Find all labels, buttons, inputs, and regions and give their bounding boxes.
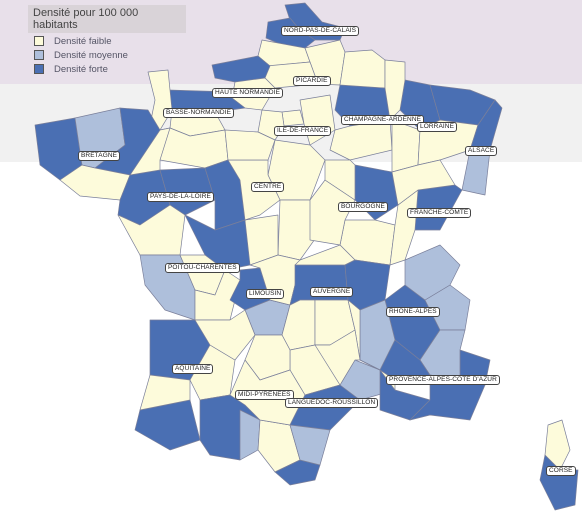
region-label-alsace[interactable]: ALSACE [465,146,498,156]
department-10[interactable] [329,119,393,161]
legend-item-high: Densité forte [34,63,186,75]
region-label-pays-de-la-loire[interactable]: PAYS-DE-LA-LOIRE [147,192,214,202]
legend-item-low: Densité faible [34,35,186,47]
legend-swatch-medium [34,50,44,60]
region-label-aquitaine[interactable]: AQUITAINE [172,364,214,374]
region-label-nord[interactable]: NORD-PAS-DE-CALAIS [281,26,360,36]
department-52[interactable] [391,119,421,173]
region-label-poitou[interactable]: POITOU-CHARENTES [165,263,240,273]
department-75[interactable] [281,109,305,127]
legend: Densité pour 100 000 habitants Densité f… [28,5,186,75]
department-63[interactable] [289,264,349,306]
region-label-centre[interactable]: CENTRE [251,182,285,192]
region-label-paca[interactable]: PROVENCE-ALPES-COTE D'AZUR [386,375,500,385]
region-label-bretagne[interactable]: BRETAGNE [78,151,121,161]
department-68[interactable] [461,149,491,196]
region-label-limousin[interactable]: LIMOUSIN [246,289,285,299]
legend-title: Densité pour 100 000 habitants [28,5,186,33]
department-76[interactable] [211,55,271,83]
region-label-lorraine[interactable]: LORRAINE [417,122,458,132]
legend-swatch-high [34,64,44,74]
region-label-haute-normandie[interactable]: HAUTE NORMANDIE [212,88,284,98]
legend-item-medium: Densité moyenne [34,49,186,61]
region-label-auvergne[interactable]: AUVERGNE [310,287,354,297]
france-density-map [34,2,579,511]
department-77[interactable] [299,94,336,146]
region-label-champagne[interactable]: CHAMPAGNE-ARDENNE [341,115,425,125]
legend-label-low: Densité faible [54,35,112,47]
region-label-ile-de-france[interactable]: ILE-DE-FRANCE [274,126,332,136]
region-label-franche-comte[interactable]: FRANCHE-COMTE [407,208,472,218]
region-label-bourgogne[interactable]: BOURGOGNE [338,202,388,212]
region-label-languedoc[interactable]: LANGUEDOC-ROUSSILLON [285,398,379,408]
region-label-rhone-alpes[interactable]: RHONE-ALPES [386,307,440,317]
region-label-corse[interactable]: CORSE [546,466,576,476]
region-label-basse-normandie[interactable]: BASSE-NORMANDIE [163,108,235,118]
legend-label-high: Densité forte [54,63,108,75]
legend-swatch-low [34,36,44,46]
region-label-picardie[interactable]: PICARDIE [293,76,331,86]
department-08[interactable] [339,49,386,89]
legend-label-medium: Densité moyenne [54,49,128,61]
